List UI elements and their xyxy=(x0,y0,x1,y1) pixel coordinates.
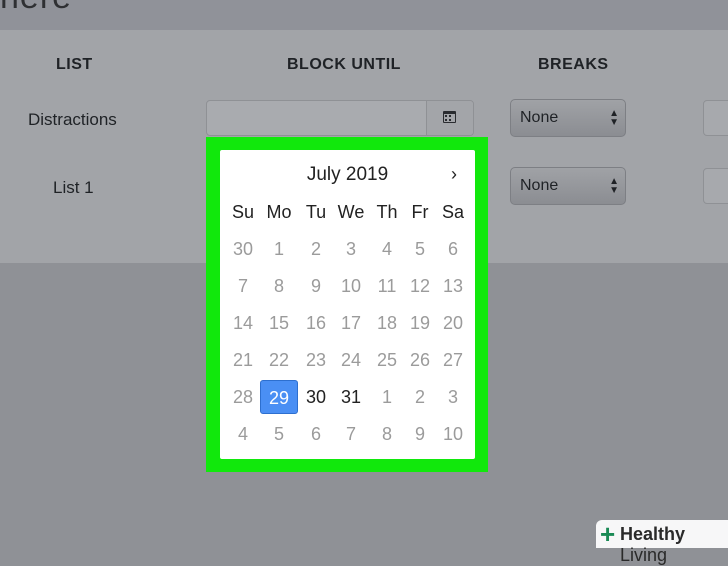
row-label-distractions: Distractions xyxy=(28,110,117,129)
calendar-day[interactable]: 7 xyxy=(224,269,262,303)
weekday-header: Th xyxy=(376,202,398,222)
select-arrows-icon: ▲ ▼ xyxy=(609,108,619,128)
block-until-date-field[interactable] xyxy=(206,100,474,136)
calendar-day[interactable]: 2 xyxy=(297,232,335,266)
column-header-block-until: BLOCK UNTIL xyxy=(287,56,401,73)
weekday-header: Tu xyxy=(305,202,327,222)
calendar-day[interactable]: 20 xyxy=(434,306,472,340)
calendar-day[interactable]: 23 xyxy=(297,343,335,377)
watermark-bold: Healthy xyxy=(620,524,686,544)
datepicker-popup: July 2019 › Su Mo Tu We Th Fr Sa 30 1 2 3 4 5 6 7 8 9 10 1… xyxy=(220,150,475,459)
header-strip: nere xyxy=(0,0,728,30)
calendar-day[interactable]: 8 xyxy=(260,269,298,303)
calendar-day[interactable]: 30 xyxy=(297,380,335,414)
calendar-day[interactable]: 6 xyxy=(434,232,472,266)
healthy-living-watermark: + Healthy Living xyxy=(596,519,728,565)
calendar-day[interactable]: 24 xyxy=(332,343,370,377)
calendar-day[interactable]: 10 xyxy=(434,417,472,451)
datepicker-month-label: July 2019 xyxy=(306,164,389,185)
calendar-day[interactable]: 16 xyxy=(297,306,335,340)
breaks-select-row-1[interactable]: None ▲ ▼ xyxy=(510,99,626,137)
weekday-header: Fr xyxy=(411,202,429,222)
calendar-day[interactable]: 10 xyxy=(332,269,370,303)
calendar-day[interactable]: 15 xyxy=(260,306,298,340)
watermark-rest: Living xyxy=(620,545,668,565)
calendar-day[interactable]: 14 xyxy=(224,306,262,340)
row-1-extra-field[interactable] xyxy=(703,100,728,136)
row-2-extra-field[interactable] xyxy=(703,168,728,204)
calendar-day[interactable]: 28 xyxy=(224,380,262,414)
calendar-day[interactable]: 13 xyxy=(434,269,472,303)
calendar-day[interactable]: 3 xyxy=(332,232,370,266)
next-month-icon[interactable]: › xyxy=(451,164,457,185)
calendar-icon xyxy=(443,111,456,123)
calendar-day[interactable]: 1 xyxy=(260,232,298,266)
calendar-day[interactable]: 30 xyxy=(224,232,262,266)
watermark-text: Healthy Living xyxy=(620,524,728,566)
calendar-day[interactable]: 4 xyxy=(224,417,262,451)
calendar-day[interactable]: 3 xyxy=(434,380,472,414)
column-header-list: LIST xyxy=(56,56,93,73)
calendar-day[interactable]: 7 xyxy=(332,417,370,451)
weekday-header: Sa xyxy=(441,202,465,222)
weekday-header: Su xyxy=(231,202,255,222)
weekday-header: Mo xyxy=(266,202,292,222)
calendar-day[interactable]: 27 xyxy=(434,343,472,377)
page-title: nere xyxy=(0,0,72,17)
calendar-day[interactable]: 22 xyxy=(260,343,298,377)
calendar-day[interactable]: 21 xyxy=(224,343,262,377)
calendar-day[interactable]: 5 xyxy=(260,417,298,451)
row-label-list-1: List 1 xyxy=(53,178,94,197)
calendar-day-selected[interactable]: 29 xyxy=(260,380,298,414)
column-header-breaks: BREAKS xyxy=(538,56,609,73)
breaks-select-value: None xyxy=(520,177,559,194)
weekday-header: We xyxy=(337,202,365,222)
calendar-day[interactable]: 6 xyxy=(297,417,335,451)
breaks-select-value: None xyxy=(520,109,559,126)
calendar-day[interactable]: 17 xyxy=(332,306,370,340)
breaks-select-row-2[interactable]: None ▲ ▼ xyxy=(510,167,626,205)
calendar-day[interactable]: 9 xyxy=(297,269,335,303)
calendar-button[interactable] xyxy=(426,101,473,135)
cross-logo-icon: + xyxy=(600,519,616,549)
select-arrows-icon: ▲ ▼ xyxy=(609,176,619,196)
calendar-day[interactable]: 31 xyxy=(332,380,370,414)
